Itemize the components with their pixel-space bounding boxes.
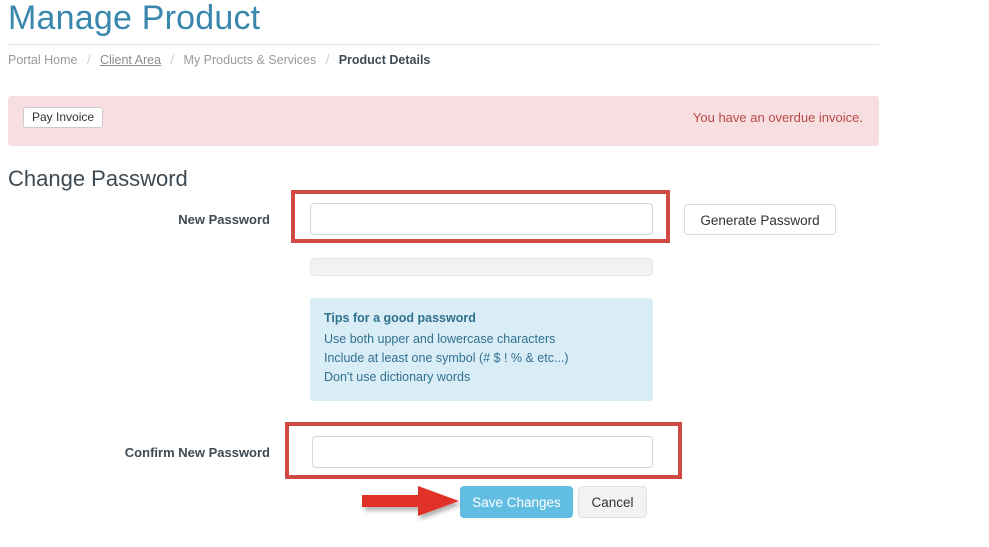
breadcrumb-item-product-details: Product Details bbox=[338, 53, 431, 67]
password-tips-panel: Tips for a good password Use both upper … bbox=[310, 298, 653, 401]
breadcrumb-item-portal-home[interactable]: Portal Home bbox=[8, 53, 77, 67]
page-title: Manage Product bbox=[8, 0, 261, 37]
password-tip-item: Include at least one symbol (# $ ! % & e… bbox=[324, 351, 569, 365]
breadcrumb-separator: / bbox=[86, 53, 91, 67]
save-changes-button[interactable]: Save Changes bbox=[460, 486, 573, 518]
password-strength-meter bbox=[310, 258, 653, 276]
breadcrumb-separator: / bbox=[170, 53, 175, 67]
title-divider bbox=[8, 44, 879, 45]
change-password-heading: Change Password bbox=[8, 166, 188, 191]
breadcrumb-separator: / bbox=[325, 53, 330, 67]
overdue-invoice-alert: Pay Invoice You have an overdue invoice. bbox=[8, 96, 879, 146]
password-tips-title: Tips for a good password bbox=[324, 311, 476, 325]
password-tip-item: Use both upper and lowercase characters bbox=[324, 332, 556, 346]
cancel-button[interactable]: Cancel bbox=[578, 486, 647, 518]
new-password-label: New Password bbox=[178, 212, 270, 227]
breadcrumb-item-client-area[interactable]: Client Area bbox=[100, 53, 161, 67]
new-password-input[interactable] bbox=[310, 203, 653, 235]
page-root: Manage Product Portal Home / Client Area… bbox=[0, 0, 989, 547]
breadcrumb: Portal Home / Client Area / My Products … bbox=[8, 52, 430, 68]
breadcrumb-item-my-products-services[interactable]: My Products & Services bbox=[184, 53, 317, 67]
password-tip-item: Don't use dictionary words bbox=[324, 370, 471, 384]
generate-password-button[interactable]: Generate Password bbox=[684, 204, 836, 235]
pay-invoice-button[interactable]: Pay Invoice bbox=[23, 107, 104, 128]
overdue-invoice-message: You have an overdue invoice. bbox=[692, 110, 863, 125]
confirm-password-label: Confirm New Password bbox=[124, 445, 270, 460]
annotation-arrow-icon bbox=[362, 486, 459, 516]
confirm-password-input[interactable] bbox=[312, 436, 653, 468]
